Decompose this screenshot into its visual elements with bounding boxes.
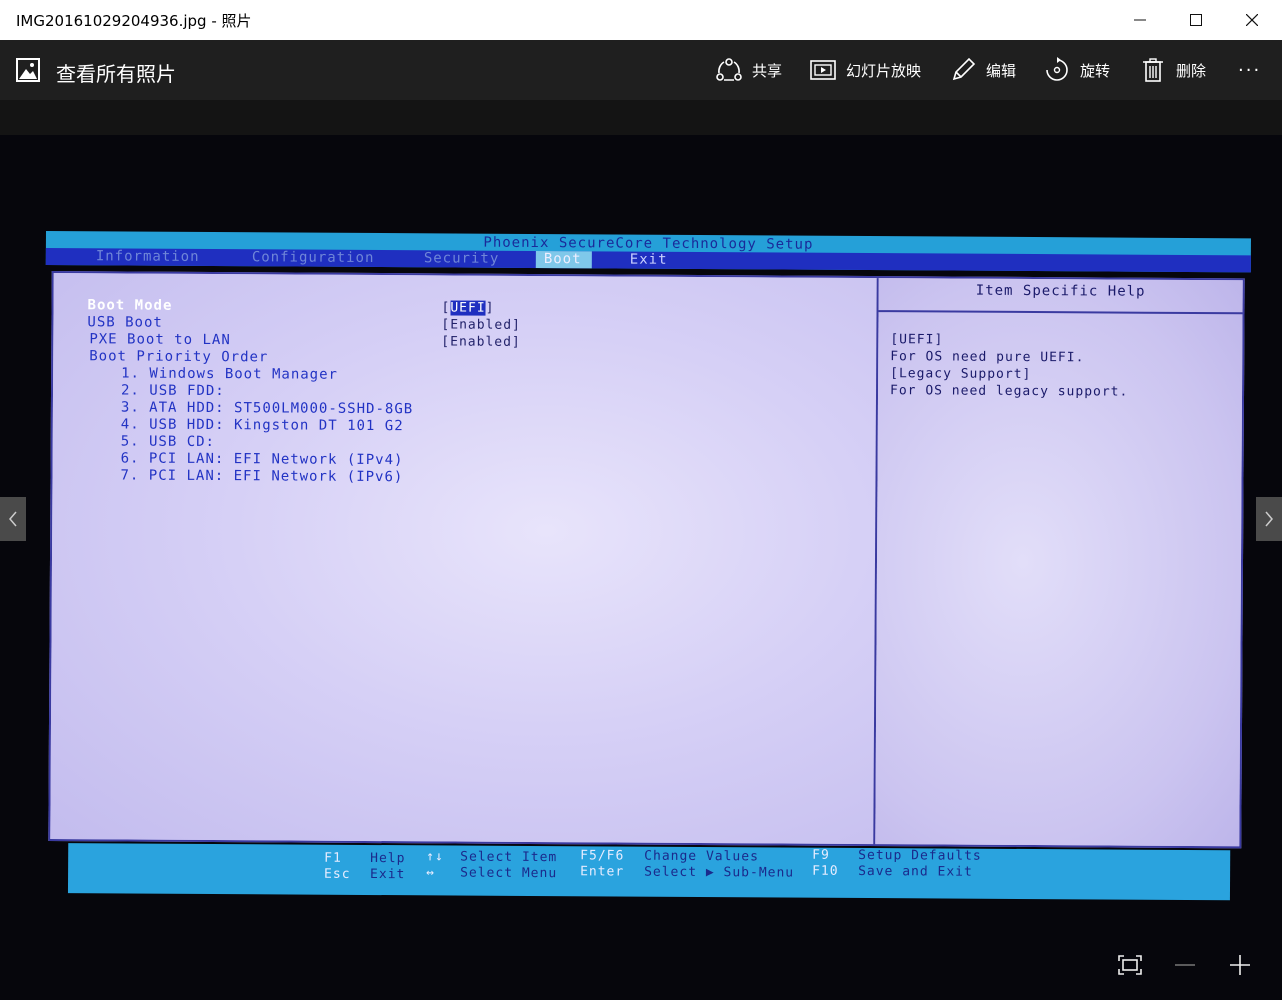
boot-priority-item[interactable]: 6. PCI LAN: EFI Network (IPv4): [121, 450, 404, 468]
key-save-exit-label: Save and Exit: [858, 863, 973, 880]
usb-boot-value[interactable]: [Enabled]: [441, 317, 521, 332]
more-icon: ···: [1238, 59, 1262, 81]
key-select-item-label: Select Item: [460, 849, 558, 866]
edit-button[interactable]: 编辑: [950, 57, 1016, 83]
boot-priority-item[interactable]: 3. ATA HDD: ST500LM000-SSHD-8GB: [121, 399, 413, 417]
key-setup-defaults-label: Setup Defaults: [858, 847, 982, 864]
key-f9: F9: [812, 847, 830, 863]
pencil-icon: [952, 57, 976, 81]
key-change-values-label: Change Values: [644, 848, 759, 865]
slideshow-button[interactable]: 幻灯片放映: [810, 57, 921, 83]
fit-to-window-icon: [1118, 955, 1142, 975]
bios-footer: F1 Help Esc Exit ↑↓ Select Item ↔ Select…: [67, 843, 1231, 901]
rotate-label: 旋转: [1080, 61, 1111, 80]
help-line: [Legacy Support]: [890, 366, 1032, 383]
key-leftright: ↔: [426, 865, 435, 881]
window-title: IMG20161029204936.jpg - 照片: [16, 12, 252, 30]
usb-boot-label[interactable]: USB Boot: [87, 314, 163, 330]
minimize-button[interactable]: [1112, 0, 1168, 40]
trash-icon: [1143, 58, 1163, 82]
close-button[interactable]: [1224, 0, 1280, 40]
key-exit-label: Exit: [370, 866, 406, 883]
photos-toolbar: 查看所有照片 共享 幻灯片放映 编辑 旋转 删除 ···: [0, 40, 1282, 100]
maximize-icon: [1190, 14, 1202, 26]
window-titlebar: IMG20161029204936.jpg - 照片: [0, 0, 1282, 40]
bios-tab-security[interactable]: Security: [416, 250, 508, 268]
bios-screen: Phoenix SecureCore Technology Setup Info…: [42, 231, 1251, 908]
next-photo-button[interactable]: [1256, 497, 1282, 541]
photo-canvas: Phoenix SecureCore Technology Setup Info…: [0, 135, 1282, 1000]
bios-options-pane: Boot Mode [UEFI] USB Boot [Enabled] PXE …: [50, 273, 879, 845]
chevron-right-icon: [1265, 511, 1273, 527]
view-all-photos-button[interactable]: 查看所有照片: [56, 58, 176, 87]
key-f10: F10: [812, 863, 839, 879]
help-line: For OS need legacy support.: [889, 383, 1129, 400]
help-divider: [878, 310, 1243, 315]
key-updown: ↑↓: [426, 849, 444, 865]
key-help-label: Help: [370, 850, 406, 867]
bios-tab-exit[interactable]: Exit: [622, 252, 676, 269]
zoom-out-button[interactable]: [1170, 952, 1200, 978]
maximize-button[interactable]: [1168, 0, 1224, 40]
help-line: For OS need pure UEFI.: [890, 349, 1085, 366]
close-icon: [1246, 14, 1258, 26]
boot-priority-item[interactable]: 5. USB CD:: [121, 433, 215, 450]
key-f1: F1: [324, 850, 342, 866]
share-label: 共享: [752, 61, 783, 80]
share-icon: [716, 58, 742, 81]
zoom-out-icon: [1175, 964, 1195, 966]
bios-body: Boot Mode [UEFI] USB Boot [Enabled] PXE …: [48, 271, 1245, 849]
delete-label: 删除: [1176, 61, 1207, 80]
zoom-in-button[interactable]: [1225, 952, 1255, 978]
boot-priority-item[interactable]: 7. PCI LAN: EFI Network (IPv6): [120, 467, 403, 485]
help-line: [UEFI]: [890, 332, 944, 348]
key-f5f6: F5/F6: [580, 848, 625, 864]
pxe-boot-value[interactable]: [Enabled]: [441, 334, 521, 349]
key-select-menu-label: Select Menu: [460, 865, 558, 882]
bios-help-pane: Item Specific Help [UEFI] For OS need pu…: [875, 278, 1243, 847]
share-button[interactable]: 共享: [716, 57, 782, 83]
help-title: Item Specific Help: [975, 282, 1146, 300]
zoom-in-icon: [1230, 955, 1250, 975]
boot-priority-item[interactable]: 4. USB HDD: Kingston DT 101 G2: [121, 416, 404, 434]
photo-gallery-icon: [16, 58, 40, 82]
slideshow-icon: [810, 60, 836, 80]
minimize-icon: [1134, 19, 1146, 21]
key-esc: Esc: [324, 866, 351, 882]
bios-tab-boot[interactable]: Boot: [535, 250, 592, 269]
boot-mode-value-text: UEFI: [450, 300, 486, 316]
boot-priority-heading: Boot Priority Order: [89, 348, 269, 366]
edit-label: 编辑: [986, 61, 1017, 80]
delete-button[interactable]: 删除: [1140, 57, 1206, 83]
more-options-button[interactable]: ···: [1238, 57, 1261, 83]
toolbar-underlay: [0, 100, 1282, 135]
bios-tab-configuration[interactable]: Configuration: [244, 249, 383, 267]
key-enter: Enter: [580, 864, 625, 880]
fit-to-window-button[interactable]: [1115, 952, 1145, 978]
previous-photo-button[interactable]: [0, 497, 26, 541]
pxe-boot-label[interactable]: PXE Boot to LAN: [89, 331, 231, 348]
bios-header: Phoenix SecureCore Technology Setup Info…: [45, 231, 1251, 273]
key-select-submenu-label: Select ▶ Sub-Menu: [644, 864, 795, 881]
boot-mode-label[interactable]: Boot Mode: [87, 297, 172, 314]
chevron-left-icon: [9, 511, 17, 527]
rotate-icon: [1046, 57, 1068, 81]
rotate-button[interactable]: 旋转: [1044, 57, 1110, 83]
bios-tab-information[interactable]: Information: [88, 248, 208, 266]
slideshow-label: 幻灯片放映: [846, 61, 922, 80]
boot-priority-item[interactable]: 2. USB FDD:: [121, 382, 225, 399]
boot-priority-item[interactable]: 1. Windows Boot Manager: [121, 365, 338, 382]
boot-mode-value[interactable]: [UEFI]: [441, 300, 494, 315]
